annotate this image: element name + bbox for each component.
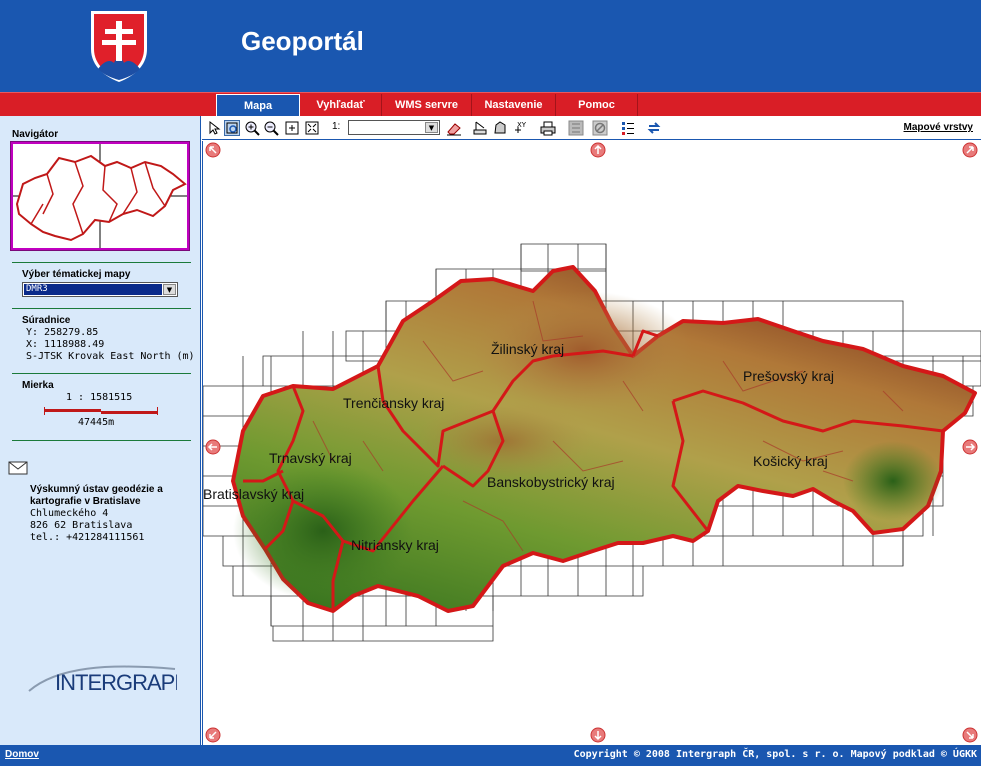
pan-east-icon[interactable] bbox=[962, 439, 978, 455]
footer: Domov Copyright © 2008 Intergraph ČR, sp… bbox=[0, 745, 981, 766]
separator bbox=[12, 262, 191, 263]
zoom-extent-icon[interactable] bbox=[304, 120, 320, 136]
map-view[interactable]: Žilinský kraj Prešovský kraj Trenčiansky… bbox=[202, 141, 981, 745]
pan-northwest-icon[interactable] bbox=[205, 142, 221, 158]
theme-map-select[interactable]: DMR3 ▼ bbox=[22, 282, 178, 297]
region-label-kosice: Košický kraj bbox=[753, 453, 828, 469]
map-layers-link[interactable]: Mapové vrstvy bbox=[904, 122, 973, 133]
separator bbox=[12, 308, 191, 309]
refresh-icon[interactable] bbox=[646, 120, 662, 136]
main-menu: Mapa Vyhľadať WMS servre Nastavenie Pomo… bbox=[0, 92, 981, 116]
zoom-in-icon[interactable] bbox=[244, 120, 260, 136]
scale-prefix: 1: bbox=[332, 121, 341, 132]
region-label-zilina: Žilinský kraj bbox=[491, 341, 564, 357]
mail-icon[interactable] bbox=[8, 461, 28, 475]
separator bbox=[12, 440, 191, 441]
coordinate-system: S-JTSK Krovak East North (m) bbox=[26, 351, 195, 362]
menu-tab-map[interactable]: Mapa bbox=[216, 94, 300, 116]
pan-north-icon[interactable] bbox=[590, 142, 606, 158]
org-name-line1: Výskumný ústav geodézie a bbox=[30, 484, 163, 495]
select-arrow-icon[interactable] bbox=[206, 120, 222, 136]
coordinates-title: Súradnice bbox=[22, 315, 71, 326]
map-toolbar: 1: ▼ XY Mapové vrstvy bbox=[202, 116, 981, 140]
region-label-bratislava: Bratislavský kraj bbox=[203, 486, 304, 502]
region-label-trnava: Trnavský kraj bbox=[269, 450, 352, 466]
coordinate-x: X: 1118988.49 bbox=[26, 339, 105, 350]
home-link[interactable]: Domov bbox=[5, 749, 39, 760]
theme-map-selected: DMR3 bbox=[24, 284, 162, 295]
scale-title: Mierka bbox=[22, 380, 54, 391]
scale-select[interactable]: ▼ bbox=[348, 120, 440, 135]
pan-southeast-icon[interactable] bbox=[962, 727, 978, 743]
org-street: Chlumeckého 4 bbox=[30, 508, 109, 519]
pan-south-icon[interactable] bbox=[590, 727, 606, 743]
scale-value: 1 : 1581515 bbox=[66, 392, 133, 403]
eraser-icon[interactable] bbox=[446, 120, 462, 136]
scale-bar bbox=[44, 407, 158, 415]
org-city: 826 62 Bratislava bbox=[30, 520, 133, 531]
zoom-box-icon[interactable] bbox=[224, 120, 240, 136]
dropdown-arrow-icon[interactable]: ▼ bbox=[163, 284, 176, 295]
geoportal-app: Geoportál Mapa Vyhľadať WMS servre Nasta… bbox=[0, 0, 981, 766]
legend-grid-icon[interactable] bbox=[568, 120, 584, 136]
area-icon[interactable] bbox=[492, 120, 508, 136]
print-icon[interactable] bbox=[540, 120, 556, 136]
clear-icon[interactable] bbox=[592, 120, 608, 136]
pan-west-icon[interactable] bbox=[205, 439, 221, 455]
region-label-nitra: Nitriansky kraj bbox=[351, 537, 439, 553]
slovakia-terrain bbox=[231, 265, 977, 613]
menu-tab-help[interactable]: Pomoc bbox=[556, 94, 638, 116]
xy-coordinate-icon[interactable]: XY bbox=[512, 120, 528, 136]
theme-map-title: Výber tématickej mapy bbox=[22, 269, 131, 280]
copyright-text: Copyright © 2008 Intergraph ČR, spol. s … bbox=[573, 749, 977, 760]
zoom-out-icon[interactable] bbox=[263, 120, 279, 136]
navigator-title: Navigátor bbox=[12, 129, 59, 140]
site-title: Geoportál bbox=[241, 26, 364, 56]
map-canvas[interactable]: Žilinský kraj Prešovský kraj Trenčiansky… bbox=[203, 141, 981, 745]
org-phone: tel.: +421284111561 bbox=[30, 532, 145, 543]
navigator-overview-map[interactable] bbox=[10, 141, 190, 251]
separator bbox=[12, 373, 191, 374]
intergraph-logo: INTERGRAPH bbox=[27, 659, 177, 699]
measure-icon[interactable] bbox=[472, 120, 488, 136]
left-panel: Navigátor Výber tématickej mapy DMR3 ▼ S… bbox=[0, 116, 201, 745]
pan-southwest-icon[interactable] bbox=[205, 727, 221, 743]
scale-bar-label: 47445m bbox=[78, 417, 115, 428]
menu-tab-wms[interactable]: WMS servre bbox=[382, 94, 472, 116]
slovak-coat-of-arms-icon bbox=[91, 11, 147, 82]
coordinate-y: Y: 258279.85 bbox=[26, 327, 99, 338]
zoom-full-icon[interactable] bbox=[284, 120, 300, 136]
header: Geoportál bbox=[0, 0, 981, 92]
svg-text:INTERGRAPH: INTERGRAPH bbox=[55, 670, 177, 695]
region-label-presov: Prešovský kraj bbox=[743, 368, 834, 384]
menu-tab-settings[interactable]: Nastavenie bbox=[472, 94, 556, 116]
dropdown-arrow-icon[interactable]: ▼ bbox=[425, 122, 438, 133]
region-label-banska-bystrica: Banskobystrický kraj bbox=[487, 474, 615, 490]
region-label-trencin: Trenčiansky kraj bbox=[343, 395, 444, 411]
pan-northeast-icon[interactable] bbox=[962, 142, 978, 158]
org-name-line2: kartografie v Bratislave bbox=[30, 496, 141, 507]
list-icon[interactable] bbox=[620, 120, 636, 136]
menu-tab-search[interactable]: Vyhľadať bbox=[300, 94, 382, 116]
